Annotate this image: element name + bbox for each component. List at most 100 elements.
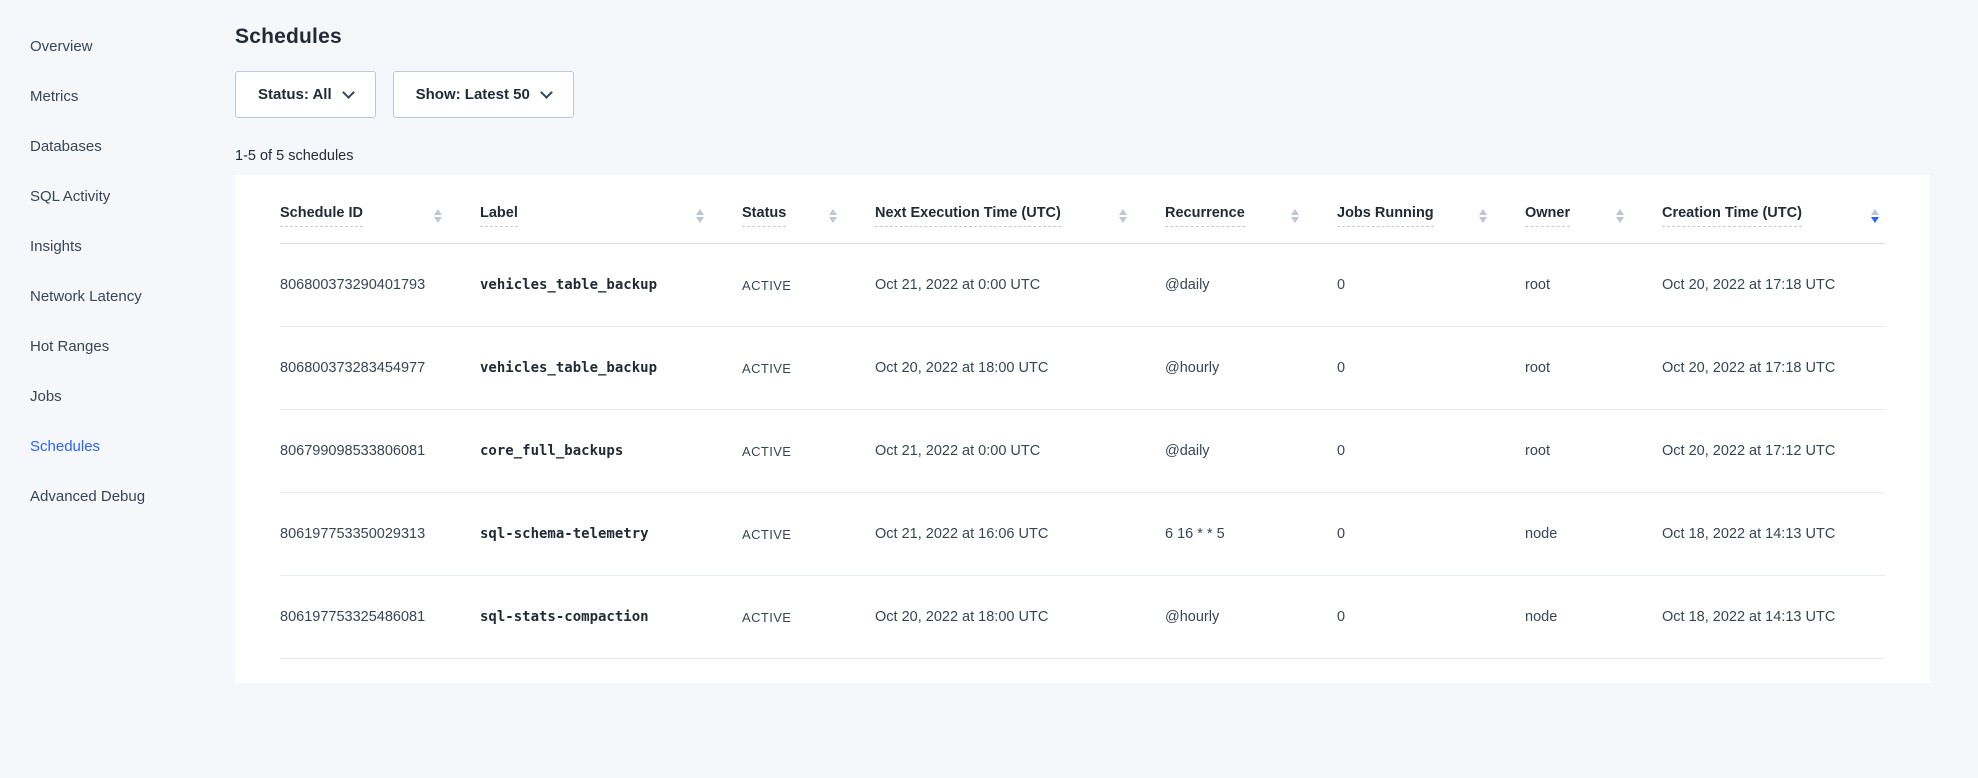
show-filter-dropdown[interactable]: Show: Latest 50 [393,71,574,118]
sidebar-item-label: Jobs [30,388,62,405]
cell-jobs-running: 0 [1337,410,1525,493]
chevron-down-icon [540,86,553,99]
sort-asc-icon [1479,209,1487,215]
schedules-table-card: Schedule ID Label Status Next Execu [235,175,1930,683]
main-content: Schedules Status: All Show: Latest 50 1-… [235,0,1978,683]
cell-owner: root [1525,244,1662,327]
column-header-label[interactable]: Creation Time (UTC) [1662,205,1802,227]
results-count: 1-5 of 5 schedules [235,148,1978,164]
sidebar-item-label: Network Latency [30,288,142,305]
sort-desc-icon [1291,217,1299,223]
sidebar-item-jobs[interactable]: Jobs [0,371,235,421]
sort-desc-icon [829,217,837,223]
sort-carets-icon[interactable] [434,209,442,223]
sort-carets-icon[interactable] [1871,209,1879,223]
column-header-label: Label [480,175,742,244]
sidebar-item-databases[interactable]: Databases [0,121,235,171]
sort-carets-icon[interactable] [696,209,704,223]
sidebar-item-advanced-debug[interactable]: Advanced Debug [0,471,235,521]
cell-owner: node [1525,493,1662,576]
cell-status: ACTIVE [742,576,875,659]
cell-label: vehicles_table_backup [480,327,742,410]
cell-status: ACTIVE [742,244,875,327]
column-header-label[interactable]: Label [480,205,518,227]
cell-jobs-running: 0 [1337,244,1525,327]
column-header-label[interactable]: Owner [1525,205,1570,227]
sidebar: Overview Metrics Databases SQL Activity … [0,0,235,778]
column-header-creation-time: Creation Time (UTC) [1662,175,1885,244]
sort-asc-icon [829,209,837,215]
cell-recurrence: 6 16 * * 5 [1165,493,1337,576]
cell-status: ACTIVE [742,327,875,410]
cell-jobs-running: 0 [1337,327,1525,410]
cell-jobs-running: 0 [1337,493,1525,576]
column-header-label[interactable]: Jobs Running [1337,205,1434,227]
sort-asc-icon [1871,209,1879,215]
cell-status: ACTIVE [742,493,875,576]
sort-carets-icon[interactable] [1291,209,1299,223]
table-row[interactable]: 806197753325486081 sql-stats-compaction … [280,576,1885,659]
sort-carets-icon[interactable] [1616,209,1624,223]
sort-carets-icon[interactable] [1479,209,1487,223]
sidebar-item-hot-ranges[interactable]: Hot Ranges [0,321,235,371]
sort-asc-icon [434,209,442,215]
cell-next-execution-time: Oct 20, 2022 at 18:00 UTC [875,327,1165,410]
sort-carets-icon[interactable] [829,209,837,223]
cell-next-execution-time: Oct 20, 2022 at 18:00 UTC [875,576,1165,659]
sort-desc-icon [696,217,704,223]
table-row[interactable]: 806800373290401793 vehicles_table_backup… [280,244,1885,327]
sort-desc-icon [1479,217,1487,223]
cell-schedule-id: 806800373290401793 [280,244,480,327]
sort-desc-icon [1871,217,1879,223]
sidebar-item-label: Databases [30,138,102,155]
sidebar-item-sql-activity[interactable]: SQL Activity [0,171,235,221]
table-row[interactable]: 806197753350029313 sql-schema-telemetry … [280,493,1885,576]
column-header-label[interactable]: Next Execution Time (UTC) [875,205,1061,227]
sort-asc-icon [1119,209,1127,215]
cell-schedule-id: 806197753325486081 [280,576,480,659]
cell-schedule-id: 806799098533806081 [280,410,480,493]
column-header-jobs-running: Jobs Running [1337,175,1525,244]
cell-next-execution-time: Oct 21, 2022 at 16:06 UTC [875,493,1165,576]
sidebar-item-label: Schedules [30,438,100,455]
sidebar-item-network-latency[interactable]: Network Latency [0,271,235,321]
column-header-label[interactable]: Status [742,205,786,227]
cell-jobs-running: 0 [1337,576,1525,659]
column-header-label[interactable]: Schedule ID [280,205,363,227]
show-filter-label: Show: Latest 50 [416,86,530,103]
cell-creation-time: Oct 20, 2022 at 17:18 UTC [1662,327,1885,410]
cell-creation-time: Oct 18, 2022 at 14:13 UTC [1662,576,1885,659]
sidebar-item-label: Overview [30,38,93,55]
cell-schedule-id: 806800373283454977 [280,327,480,410]
cell-owner: node [1525,576,1662,659]
sort-asc-icon [1291,209,1299,215]
sidebar-item-metrics[interactable]: Metrics [0,71,235,121]
cell-owner: root [1525,327,1662,410]
sidebar-item-label: Advanced Debug [30,488,145,505]
status-filter-dropdown[interactable]: Status: All [235,71,376,118]
column-header-schedule-id: Schedule ID [280,175,480,244]
sidebar-item-overview[interactable]: Overview [0,21,235,71]
sidebar-item-schedules[interactable]: Schedules [0,421,235,471]
cell-creation-time: Oct 20, 2022 at 17:18 UTC [1662,244,1885,327]
table-row[interactable]: 806800373283454977 vehicles_table_backup… [280,327,1885,410]
cell-status: ACTIVE [742,410,875,493]
cell-recurrence: @daily [1165,244,1337,327]
cell-label: sql-stats-compaction [480,576,742,659]
sidebar-item-label: SQL Activity [30,188,110,205]
sidebar-item-insights[interactable]: Insights [0,221,235,271]
sort-carets-icon[interactable] [1119,209,1127,223]
column-header-owner: Owner [1525,175,1662,244]
sort-desc-icon [434,217,442,223]
cell-label: sql-schema-telemetry [480,493,742,576]
sort-desc-icon [1119,217,1127,223]
column-header-recurrence: Recurrence [1165,175,1337,244]
page-title: Schedules [235,25,1978,49]
status-filter-label: Status: All [258,86,332,103]
table-row[interactable]: 806799098533806081 core_full_backups ACT… [280,410,1885,493]
cell-recurrence: @daily [1165,410,1337,493]
column-header-label[interactable]: Recurrence [1165,205,1245,227]
cell-schedule-id: 806197753350029313 [280,493,480,576]
sort-desc-icon [1616,217,1624,223]
cell-owner: root [1525,410,1662,493]
